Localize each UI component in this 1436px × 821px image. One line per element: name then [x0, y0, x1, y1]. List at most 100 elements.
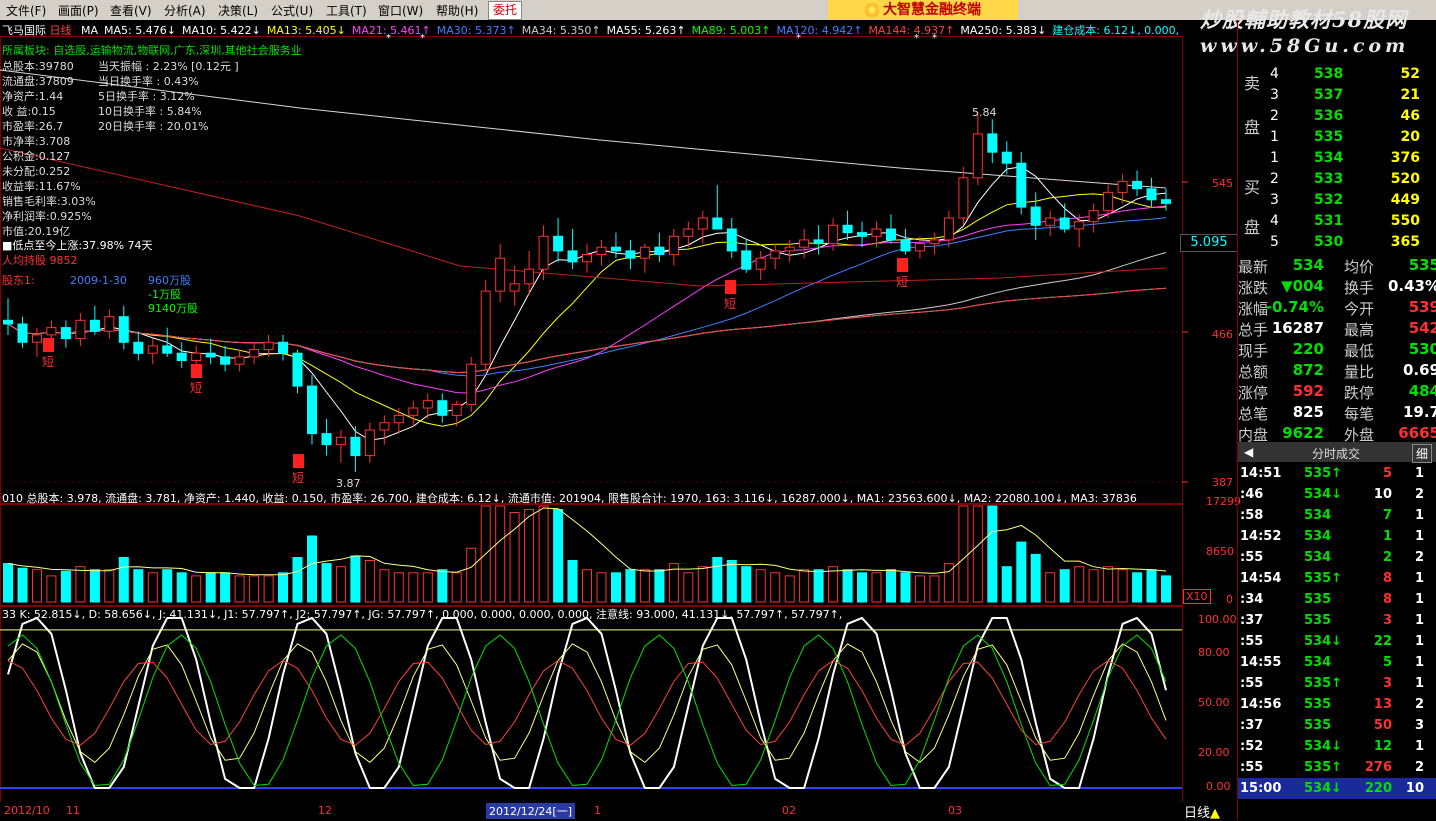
volume-bar — [205, 572, 216, 603]
candle-body — [234, 356, 245, 365]
volume-bar — [553, 509, 564, 603]
volume-bar — [263, 575, 274, 603]
tick-row[interactable]: 15:00 534↓ 220 10 — [1238, 778, 1436, 799]
menu-formula[interactable]: 公式(U) — [271, 2, 313, 19]
volume-bar — [364, 560, 375, 603]
tick-row[interactable]: :37 535 50 3 — [1238, 715, 1436, 736]
quote-value: 19.7 — [1402, 403, 1436, 421]
tick-detail-button[interactable]: 细 — [1412, 444, 1433, 463]
holder-text: 人均持股 9852 — [2, 254, 78, 267]
buy-row[interactable]: 4 531 550 — [1238, 211, 1436, 232]
fund-row: 流通盘:37809 — [2, 73, 74, 89]
sell-row[interactable]: 3 537 21 — [1238, 85, 1436, 106]
candle-body — [914, 243, 925, 252]
quote-row: 涨跌 ▼004 换手 0.43% — [1238, 275, 1436, 297]
tick-count: 1 — [1414, 529, 1424, 544]
candle-body — [943, 217, 954, 241]
menu-help[interactable]: 帮助(H) — [436, 2, 478, 19]
sector-label: 所属板块: 自选股,运输物流,物联网,广东,深圳,其他社会服务业 — [2, 44, 302, 57]
fund-label: 市盈率: — [2, 120, 39, 133]
tick-time: 14:51 — [1240, 466, 1282, 481]
candle-body — [118, 316, 129, 343]
menu-tools[interactable]: 工具(T) — [326, 2, 367, 19]
sell-volume: 21 — [1400, 87, 1420, 103]
candle-body — [249, 349, 260, 358]
buy-row[interactable]: 1 534 376 — [1238, 148, 1436, 169]
trade-button[interactable]: 委托 — [488, 1, 522, 20]
fund-label: 净利润率 — [2, 210, 46, 223]
tick-row[interactable]: :52 534↓ 12 1 — [1238, 736, 1436, 757]
quote-label: 涨停 — [1238, 384, 1269, 402]
candle-body — [668, 235, 679, 256]
buy-volume: 449 — [1390, 192, 1420, 208]
tick-row[interactable]: 14:54 535↑ 8 1 — [1238, 568, 1436, 589]
kdj-header: 33 K: 52.815↓, D: 58.656↓, J: 41.131↓, J… — [2, 608, 843, 621]
volume-bar — [712, 557, 723, 603]
menu-window[interactable]: 窗口(W) — [378, 2, 423, 19]
volume-bar — [1045, 572, 1056, 603]
quote-label: 每笔 — [1344, 405, 1375, 423]
chart-area[interactable]: 短短短短短* * * * * — [0, 20, 1238, 820]
candle-body — [422, 400, 433, 409]
menu-view-screen[interactable]: 画面(P) — [58, 2, 99, 19]
tick-row[interactable]: :55 535↑ 3 1 — [1238, 673, 1436, 694]
menu-analysis[interactable]: 分析(A) — [164, 2, 206, 19]
tick-time: 14:52 — [1240, 529, 1282, 544]
buy-row[interactable]: 2 533 520 — [1238, 169, 1436, 190]
tick-price: 534 — [1304, 655, 1332, 670]
buy-row[interactable]: 5 530 365 — [1238, 232, 1436, 253]
sell-price: 535 — [1314, 129, 1344, 145]
volume-bar — [726, 560, 737, 603]
volume-bar — [176, 572, 187, 603]
volume-bar — [32, 569, 42, 603]
quote-value: 16287 — [1271, 319, 1324, 337]
tick-row[interactable]: 14:56 535 13 2 — [1238, 694, 1436, 715]
candle-body — [1117, 180, 1128, 193]
volume-bar — [1030, 553, 1041, 603]
tick-row[interactable]: :55 534↓ 22 1 — [1238, 631, 1436, 652]
candle-body — [726, 228, 737, 252]
tick-row[interactable]: :55 534 2 2 — [1238, 547, 1436, 568]
sell-row[interactable]: 4 538 52 — [1238, 64, 1436, 85]
tick-row[interactable]: 14:52 534 1 1 — [1238, 526, 1436, 547]
tick-row[interactable]: 14:55 534 5 1 — [1238, 652, 1436, 673]
vol-unit: X10 — [1183, 589, 1211, 604]
tick-row[interactable]: :55 535↑ 276 2 — [1238, 757, 1436, 778]
quote-label: 涨跌 — [1238, 279, 1269, 297]
volume-bar — [350, 555, 361, 603]
tick-volume: 8 — [1382, 592, 1392, 607]
quote-label: 最低 — [1344, 342, 1375, 360]
buy-row[interactable]: 3 532 449 — [1238, 190, 1436, 211]
tick-row[interactable]: :46 534↓ 10 2 — [1238, 484, 1436, 505]
menu-file[interactable]: 文件(F) — [6, 2, 46, 19]
menu-view[interactable]: 查看(V) — [110, 2, 152, 19]
tick-count: 1 — [1414, 466, 1424, 481]
fund-row: 收 益:0.15 — [2, 103, 56, 119]
tick-row[interactable]: :34 535 8 1 — [1238, 589, 1436, 610]
sell-row[interactable]: 2 536 46 — [1238, 106, 1436, 127]
fund-value: :0.925% — [46, 210, 92, 223]
period-switch[interactable]: 日线▲ — [1184, 802, 1220, 821]
fund-row: 未分配:0.252 — [2, 163, 70, 179]
tick-row[interactable]: :37 535 3 1 — [1238, 610, 1436, 631]
volume-bar — [958, 505, 969, 603]
quote-row: 现手 220 最低 530 — [1238, 338, 1436, 360]
tick-row[interactable]: :58 534 7 1 — [1238, 505, 1436, 526]
candle-body — [205, 352, 216, 358]
fund-row: 销售毛利率:3.03% — [2, 193, 96, 209]
candle-body — [755, 257, 766, 270]
tick-row[interactable]: 14:51 535↑ 5 1 — [1238, 463, 1436, 484]
ma-item: MA120: 4.942↑ — [776, 24, 863, 37]
menu-decision[interactable]: 决策(L) — [218, 2, 258, 19]
candle-body — [972, 133, 983, 179]
candle-body — [741, 250, 752, 270]
tick-time: :37 — [1240, 718, 1264, 733]
tick-prev-button[interactable]: ◀ — [1244, 445, 1253, 459]
tick-price: 534↓ — [1304, 739, 1343, 754]
quote-label: 均价 — [1344, 258, 1375, 276]
sell-row[interactable]: 1 535 20 — [1238, 127, 1436, 148]
quote-value: 0.69 — [1402, 361, 1436, 379]
volume-bar — [582, 569, 592, 603]
turnover-row: 当天振幅 : 2.23% [0.12元 ] — [98, 60, 239, 73]
date-label-4: 1 — [594, 804, 601, 817]
